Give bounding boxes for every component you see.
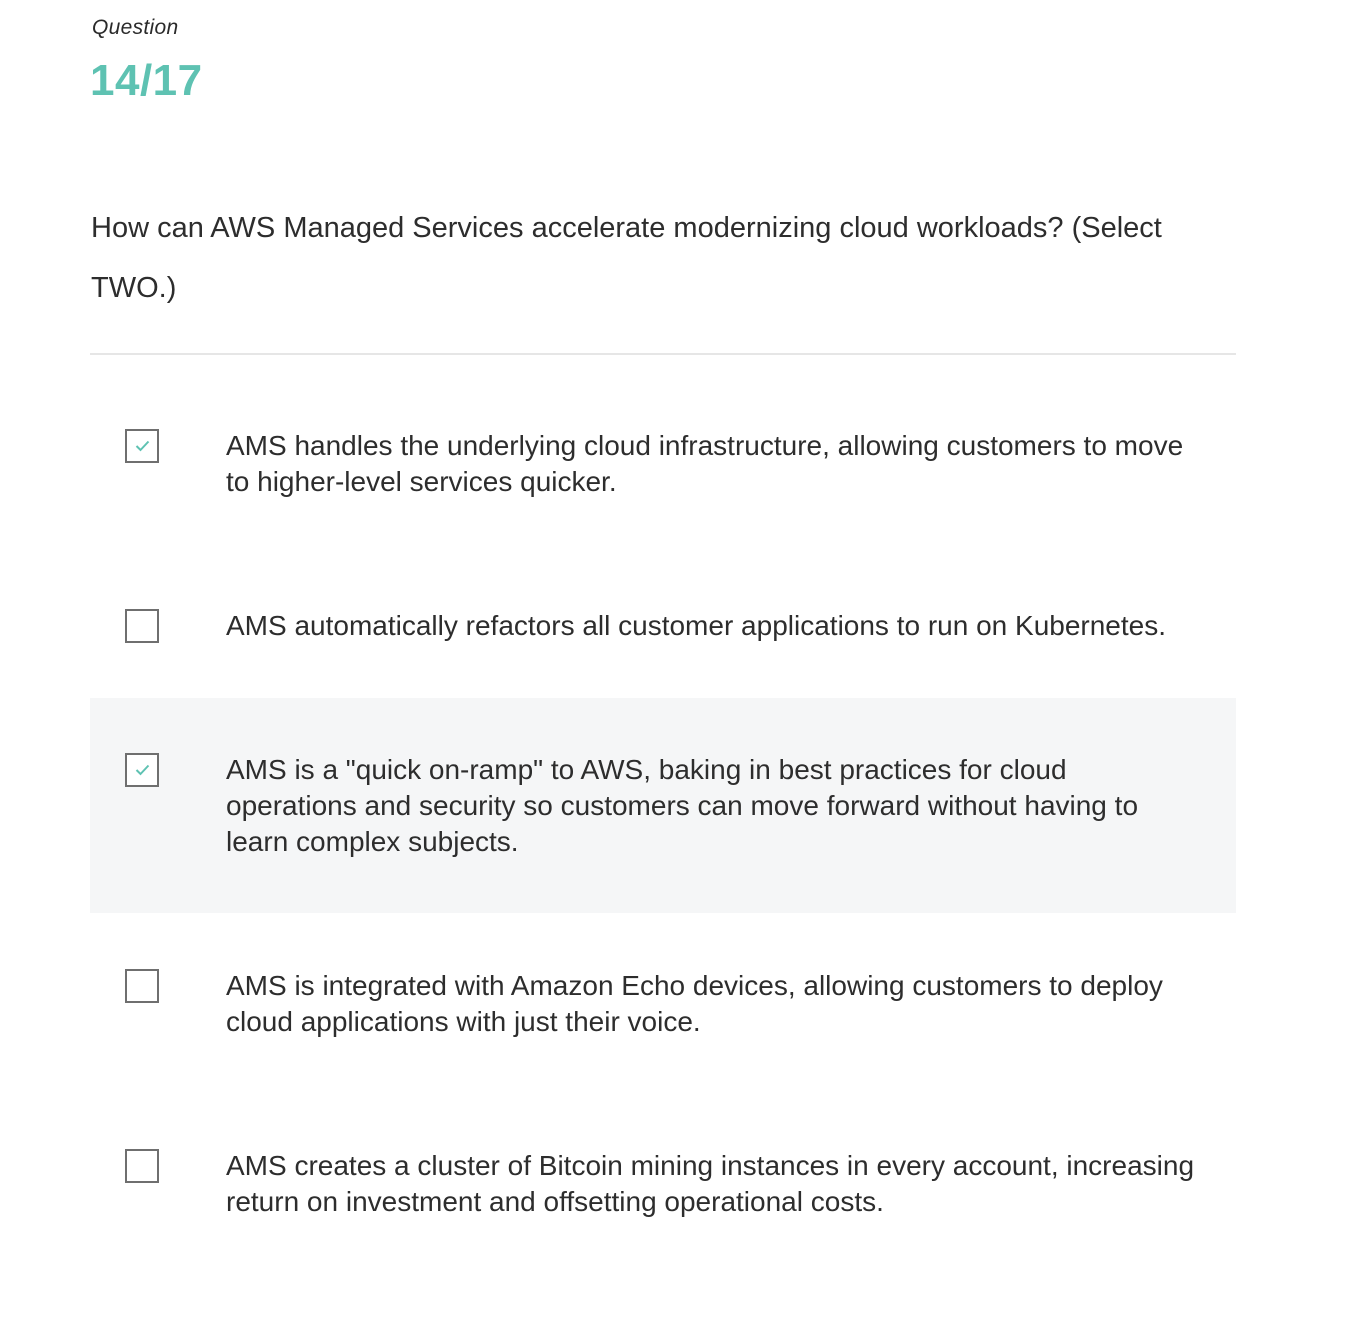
option-1-text: AMS handles the underlying cloud infrast…	[226, 430, 1184, 497]
answer-option-1[interactable]: AMS handles the underlying cloud infrast…	[90, 400, 1236, 530]
answer-option-5[interactable]: AMS creates a cluster of Bitcoin mining …	[90, 1120, 1236, 1250]
answer-option-4[interactable]: AMS is integrated with Amazon Echo devic…	[90, 940, 1236, 1070]
divider	[90, 353, 1236, 355]
question-text: How can AWS Managed Services accelerate …	[91, 212, 1162, 304]
option-5-text: AMS creates a cluster of Bitcoin mining …	[226, 1150, 1195, 1217]
option-2-checkbox[interactable]	[125, 609, 159, 643]
answer-option-2[interactable]: AMS automatically refactors all customer…	[90, 580, 1236, 680]
option-4-text: AMS is integrated with Amazon Echo devic…	[226, 970, 1163, 1037]
option-2-text: AMS automatically refactors all customer…	[226, 610, 1167, 641]
answer-option-3[interactable]: AMS is a "quick on-ramp" to AWS, baking …	[90, 698, 1236, 913]
option-5-checkbox[interactable]	[125, 1149, 159, 1183]
option-4-checkbox[interactable]	[125, 969, 159, 1003]
checkmark-icon	[135, 440, 150, 452]
checkmark-icon	[135, 764, 150, 776]
option-1-checkbox[interactable]	[125, 429, 159, 463]
option-3-checkbox[interactable]	[125, 753, 159, 787]
question-counter: 14/17	[90, 56, 203, 105]
option-3-text: AMS is a "quick on-ramp" to AWS, baking …	[226, 754, 1139, 857]
question-label: Question	[92, 16, 179, 39]
